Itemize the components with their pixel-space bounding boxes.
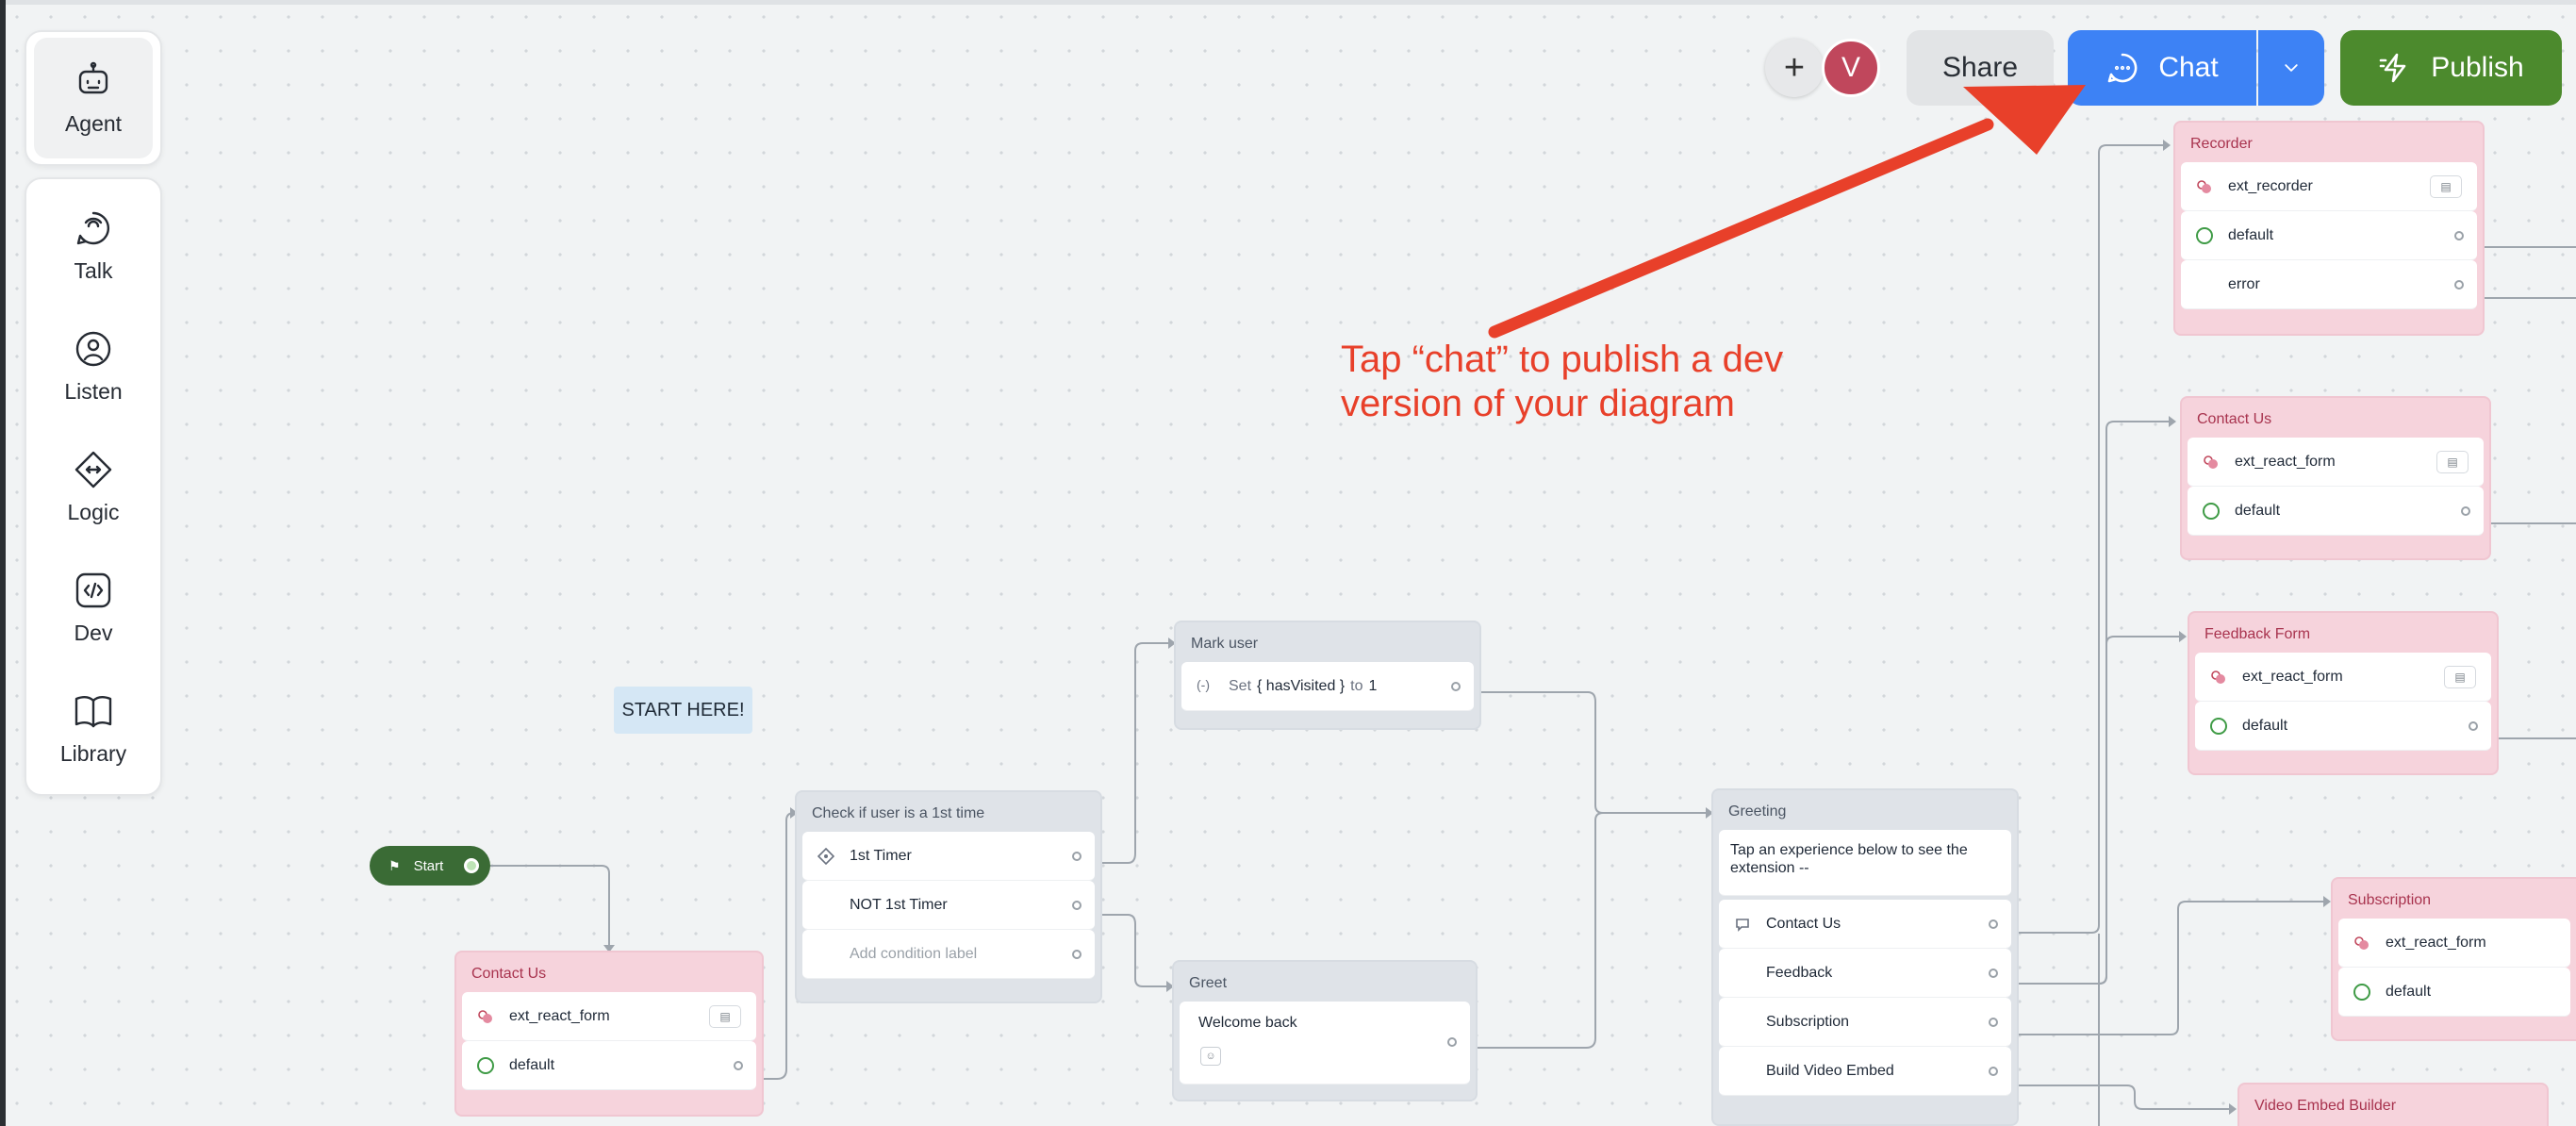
annotation-arrow — [1488, 85, 2086, 339]
